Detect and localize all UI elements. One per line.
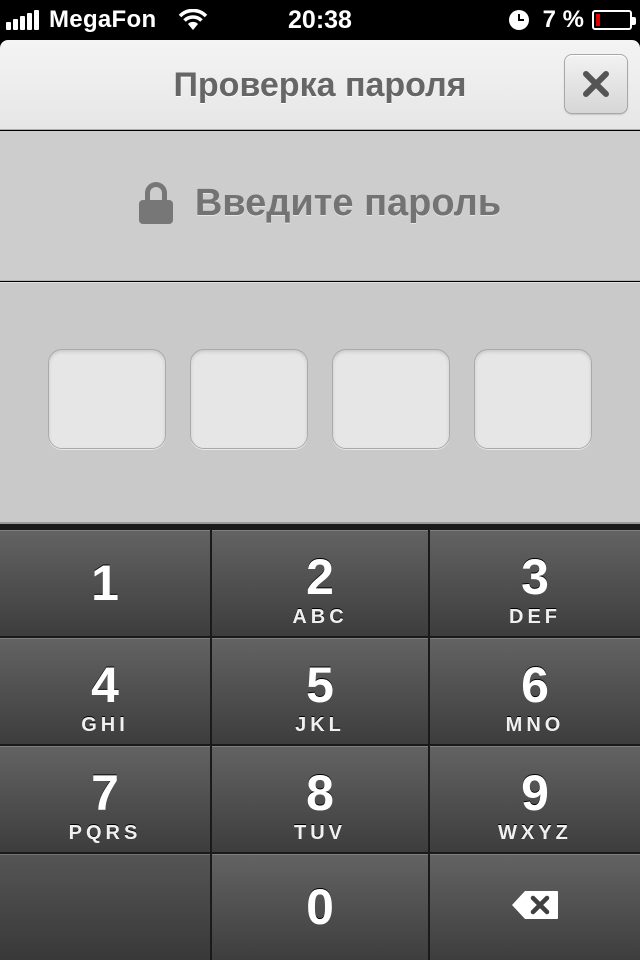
lock-icon xyxy=(138,182,173,224)
close-icon xyxy=(583,71,609,97)
battery-level-fill xyxy=(596,14,600,26)
key-3[interactable]: 3 DEF xyxy=(430,530,640,636)
backspace-icon xyxy=(512,891,558,919)
key-letters: JKL xyxy=(295,714,345,736)
key-letters: TUV xyxy=(294,822,346,844)
key-letters: PQRS xyxy=(68,822,142,844)
passcode-digit-box xyxy=(474,349,592,449)
key-letters: WXYZ xyxy=(498,822,572,844)
battery-percent: 7 % xyxy=(542,6,584,33)
password-prompt: Введите пароль xyxy=(0,131,640,281)
key-letters: GHI xyxy=(81,714,129,736)
key-digit: 0 xyxy=(306,879,334,935)
passcode-field xyxy=(0,282,640,522)
status-bar: MegaFon 20:38 7 % xyxy=(0,0,640,40)
key-letters: MNO xyxy=(505,714,565,736)
navigation-bar: Проверка пароля xyxy=(0,40,640,135)
key-9[interactable]: 9 WXYZ xyxy=(430,746,640,852)
key-0[interactable]: 0 xyxy=(212,854,428,960)
numeric-keypad: 1 2 ABC 3 DEF 4 GHI 5 JKL 6 MNO 7 PQRS 8… xyxy=(0,522,640,960)
key-letters: ABC xyxy=(292,606,348,628)
passcode-digit-box xyxy=(332,349,450,449)
prompt-text: Введите пароль xyxy=(194,181,502,224)
key-1[interactable]: 1 xyxy=(0,530,210,636)
status-right: 7 % xyxy=(508,0,636,40)
key-6[interactable]: 6 MNO xyxy=(430,638,640,744)
alarm-clock-icon xyxy=(508,10,529,30)
key-4[interactable]: 4 GHI xyxy=(0,638,210,744)
page-title: Проверка пароля xyxy=(173,66,467,104)
close-button[interactable] xyxy=(564,54,628,114)
key-digit: 4 xyxy=(91,657,119,713)
key-digit: 7 xyxy=(91,765,119,821)
key-digit: 3 xyxy=(521,549,549,605)
passcode-digit-box xyxy=(190,349,308,449)
backspace-button[interactable] xyxy=(430,854,640,960)
key-8[interactable]: 8 TUV xyxy=(212,746,428,852)
key-digit: 9 xyxy=(521,765,549,821)
key-digit: 1 xyxy=(91,555,119,611)
passcode-digit-box xyxy=(48,349,166,449)
key-digit: 6 xyxy=(521,657,549,713)
key-letters: DEF xyxy=(509,606,561,628)
key-digit: 5 xyxy=(306,657,334,713)
key-empty xyxy=(0,854,210,960)
battery-icon xyxy=(592,10,636,30)
key-7[interactable]: 7 PQRS xyxy=(0,746,210,852)
key-2[interactable]: 2 ABC xyxy=(212,530,428,636)
key-5[interactable]: 5 JKL xyxy=(212,638,428,744)
key-digit: 8 xyxy=(306,765,334,821)
key-digit: 2 xyxy=(306,549,334,605)
